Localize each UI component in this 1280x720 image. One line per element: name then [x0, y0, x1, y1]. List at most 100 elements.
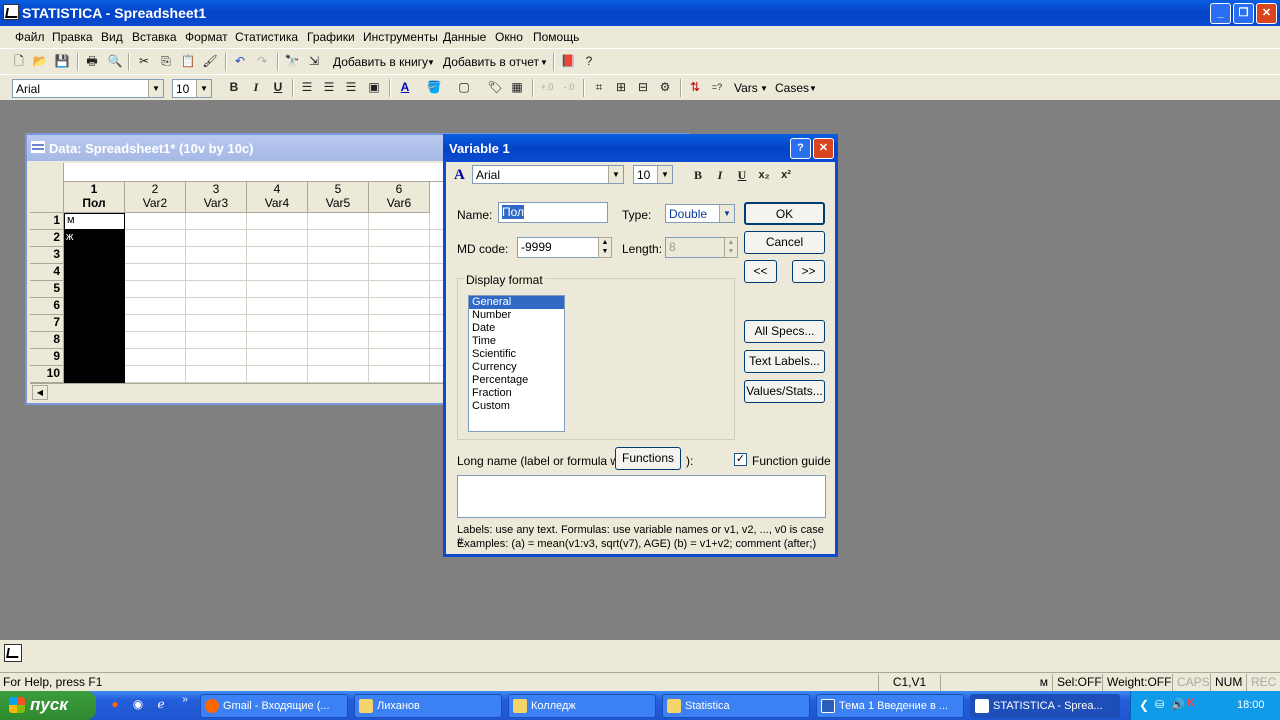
underline-icon[interactable]: U	[733, 167, 751, 184]
save-icon[interactable]: 💾	[53, 53, 71, 70]
taskbar-item-folder[interactable]: Лиханов	[354, 694, 502, 718]
grid-cell[interactable]	[125, 349, 186, 366]
vars-menu[interactable]: Vars	[734, 81, 758, 95]
function-guide-checkbox[interactable]: ✓	[734, 453, 747, 466]
fill-color-icon[interactable]: 🪣	[425, 79, 443, 96]
volume-icon[interactable]: 🔊	[1171, 698, 1185, 711]
decrease-decimal-icon[interactable]: -.0	[560, 79, 578, 96]
print-preview-icon[interactable]: 🔍	[106, 53, 124, 70]
format-option[interactable]: Scientific	[469, 348, 564, 361]
cut-icon[interactable]: ✂	[135, 53, 153, 70]
grid-cell[interactable]	[369, 298, 430, 315]
grid-cell[interactable]	[186, 247, 247, 264]
format-option[interactable]: Time	[469, 335, 564, 348]
book-icon[interactable]: 📕	[559, 53, 577, 70]
chevron-down-icon[interactable]: ▼	[540, 58, 548, 67]
font-select[interactable]: Arial ▼	[12, 79, 164, 98]
underline-icon[interactable]: U	[269, 79, 287, 96]
grid-cell[interactable]	[247, 332, 308, 349]
grid-cell[interactable]	[369, 230, 430, 247]
active-cell[interactable]: м	[64, 213, 125, 230]
grid-cell[interactable]	[308, 264, 369, 281]
md-code-spinner[interactable]: ▲ ▼	[598, 237, 612, 258]
type-select[interactable]: Double ▼	[665, 204, 735, 223]
open-icon[interactable]: 📂	[31, 53, 49, 70]
corner-cell[interactable]	[30, 163, 64, 213]
bold-icon[interactable]: B	[225, 79, 243, 96]
grid-cell[interactable]	[247, 366, 308, 383]
grid-cell[interactable]	[247, 281, 308, 298]
grid-cell[interactable]	[186, 213, 247, 230]
superscript-icon[interactable]: x²	[777, 167, 795, 184]
grid-cell[interactable]	[308, 366, 369, 383]
align-center-icon[interactable]: ☰	[320, 79, 338, 96]
grid-cell[interactable]	[308, 349, 369, 366]
antivirus-icon[interactable]: K	[1187, 697, 1195, 709]
grid-cell[interactable]	[186, 332, 247, 349]
format-option[interactable]: Custom	[469, 400, 564, 413]
dialog-close-button[interactable]: ✕	[813, 138, 834, 159]
merge-icon[interactable]: ▣	[365, 79, 383, 96]
menu-edit[interactable]: Правка	[52, 30, 93, 44]
grid-cell[interactable]	[186, 366, 247, 383]
quicklaunch-icon[interactable]: ◉	[129, 696, 147, 713]
taskbar-item-gmail[interactable]: Gmail - Входящие (...	[200, 694, 348, 718]
ie-icon[interactable]: ℯ	[152, 696, 170, 713]
goto-icon[interactable]: ⇲	[305, 53, 323, 70]
column-header[interactable]: 1 Пол	[64, 182, 125, 213]
grid-cell[interactable]	[308, 298, 369, 315]
taskbar-item-word[interactable]: Тема 1 Введение в ...	[816, 694, 964, 718]
row-header[interactable]: 7	[30, 315, 64, 332]
grid-cell[interactable]	[369, 349, 430, 366]
format-painter-icon[interactable]: 🖌	[201, 53, 219, 70]
grid-cell[interactable]	[308, 281, 369, 298]
grid-cell[interactable]	[125, 281, 186, 298]
help-button[interactable]: ?	[790, 138, 811, 159]
close-button[interactable]: ✕	[1256, 3, 1277, 24]
grid-cell[interactable]	[308, 230, 369, 247]
format-option[interactable]: General	[469, 296, 564, 309]
tag-icon[interactable]: 🏷	[486, 79, 504, 96]
taskbar-item-folder[interactable]: Колледж	[508, 694, 656, 718]
cell-r2c1[interactable]: ж	[66, 231, 73, 243]
display-format-list[interactable]: General Number Date Time Scientific Curr…	[468, 295, 565, 432]
border-icon[interactable]: ▢	[455, 79, 473, 96]
length-field[interactable]: 8	[665, 237, 725, 258]
grid-cell[interactable]	[125, 315, 186, 332]
format-option[interactable]: Percentage	[469, 374, 564, 387]
all-specs-button[interactable]: All Specs...	[744, 320, 825, 343]
long-name-field[interactable]	[457, 475, 826, 518]
tray-expand-icon[interactable]: ❮	[1139, 698, 1149, 712]
grid-cell[interactable]	[125, 298, 186, 315]
network-icon[interactable]: ⛁	[1155, 698, 1164, 711]
grid-cell[interactable]	[369, 332, 430, 349]
scroll-left-icon[interactable]: ◀	[32, 385, 48, 400]
grid-cell[interactable]	[186, 264, 247, 281]
format-option[interactable]: Date	[469, 322, 564, 335]
dialog-titlebar[interactable]: Variable 1 ? ✕	[443, 134, 838, 162]
grid-cell[interactable]	[369, 281, 430, 298]
chevron-down-icon[interactable]: ▼	[809, 84, 817, 93]
grid-cell[interactable]	[186, 349, 247, 366]
grid-cell[interactable]	[186, 315, 247, 332]
dialog-size-select[interactable]: 10 ▼	[633, 165, 673, 184]
grid-icon[interactable]: ▦	[508, 79, 526, 96]
minimize-button[interactable]: _	[1210, 3, 1231, 24]
menu-format[interactable]: Формат	[185, 30, 228, 44]
align-right-icon[interactable]: ☰	[342, 79, 360, 96]
format-option[interactable]: Fraction	[469, 387, 564, 400]
increase-decimal-icon[interactable]: +.0	[538, 79, 556, 96]
grid-cell[interactable]	[247, 349, 308, 366]
menu-file[interactable]: Файл	[15, 30, 45, 44]
grid-cell[interactable]	[247, 298, 308, 315]
redo-icon[interactable]: ↷	[253, 53, 271, 70]
row-header[interactable]: 3	[30, 247, 64, 264]
statistica-app-icon[interactable]	[3, 4, 19, 20]
grid-cell[interactable]	[125, 230, 186, 247]
dialog-font-select[interactable]: Arial ▼	[472, 165, 624, 184]
chevron-down-icon[interactable]: ▼	[427, 58, 435, 67]
grid-cell[interactable]	[369, 213, 430, 230]
grid-cell[interactable]	[247, 230, 308, 247]
firefox-icon[interactable]: ●	[106, 696, 124, 713]
row-header[interactable]: 1	[30, 213, 64, 230]
